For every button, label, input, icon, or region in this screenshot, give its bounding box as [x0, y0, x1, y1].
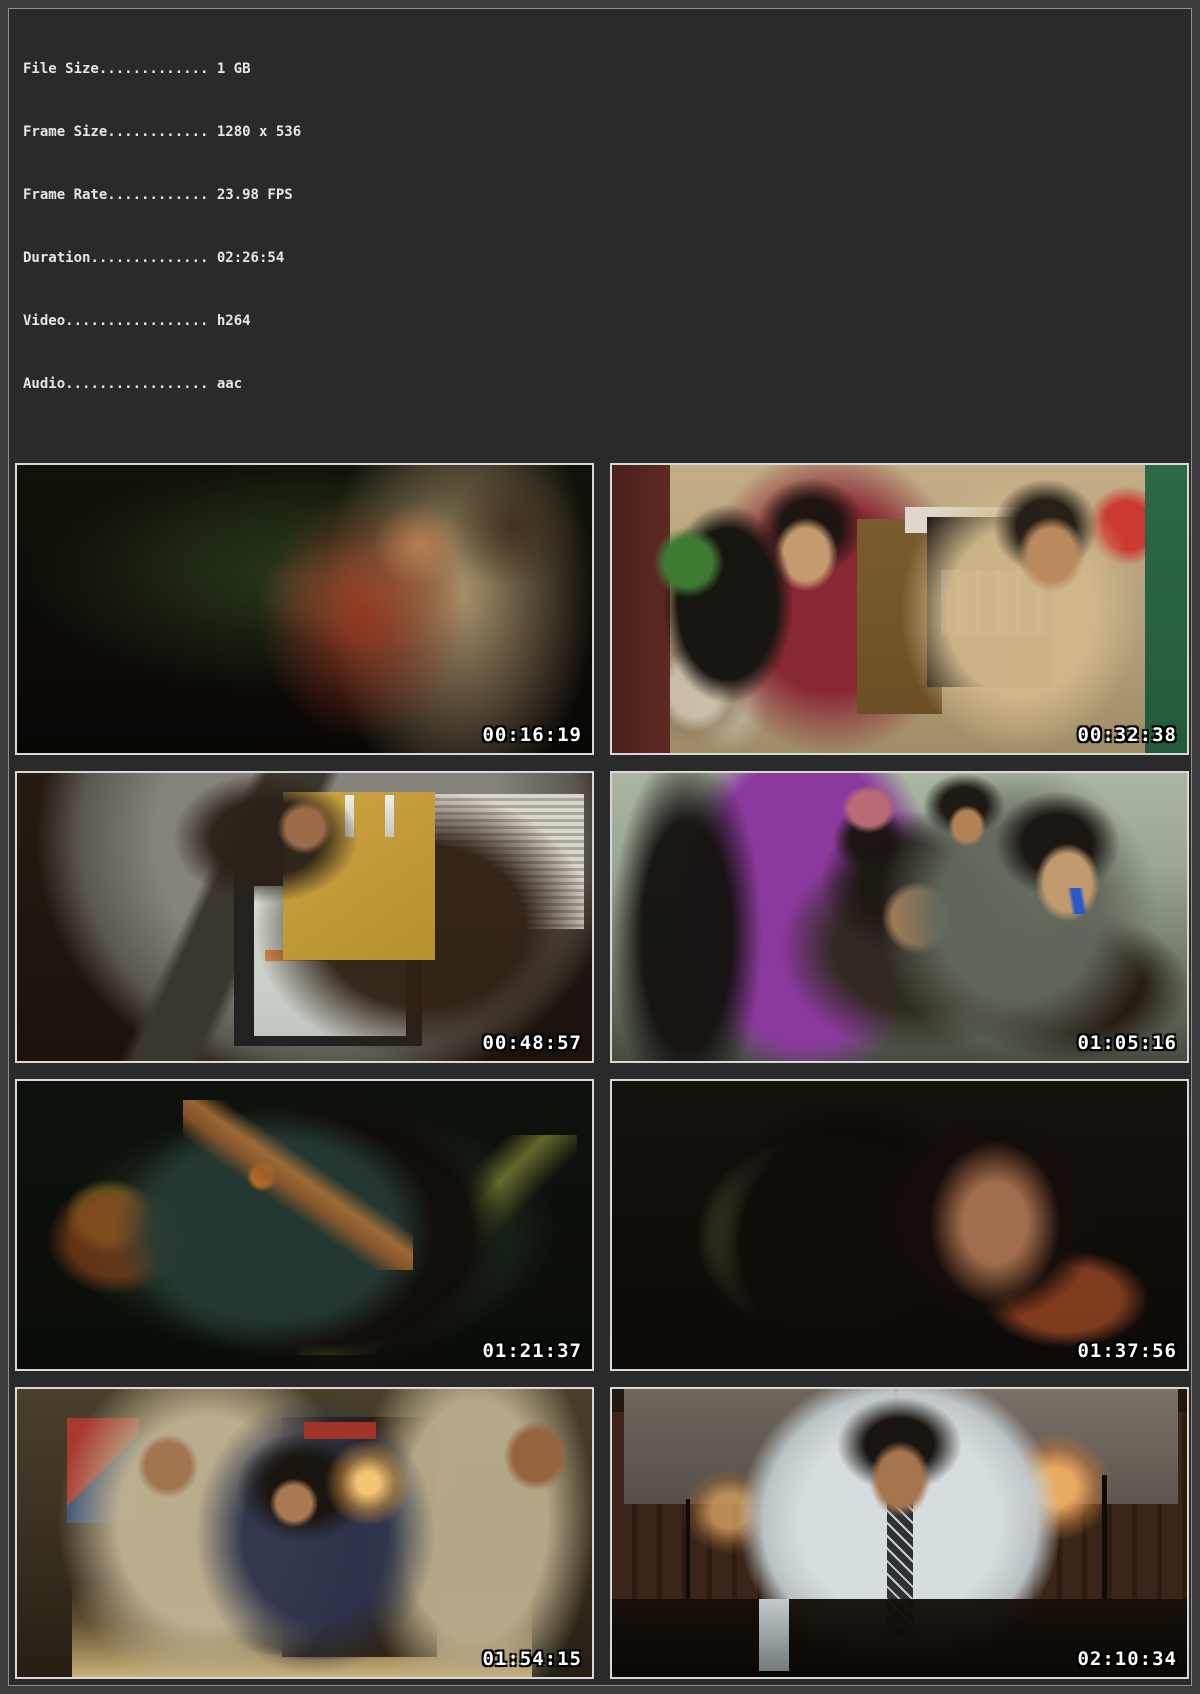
- timestamp-overlay: 01:37:56: [1077, 1340, 1177, 1362]
- timestamp-overlay: 01:54:15: [482, 1648, 582, 1670]
- screenshot-grid: 00:16:19 00:32:38 00:48:57 01:05:16 01:2…: [15, 463, 1185, 1679]
- timestamp-overlay: 00:32:38: [1077, 724, 1177, 746]
- timestamp-overlay: 01:21:37: [482, 1340, 582, 1362]
- media-info-dots: .................: [65, 313, 208, 329]
- screenshot-thumbnail-2: 00:32:38: [610, 463, 1189, 755]
- media-info-value: 1 GB: [208, 61, 250, 77]
- media-info-label: Audio: [23, 376, 65, 392]
- media-info-value: aac: [208, 376, 242, 392]
- media-info-row: Frame Size............1280 x 536: [23, 122, 1185, 143]
- media-info-row: File Size.............1 GB: [23, 59, 1185, 80]
- screenshot-thumbnail-8: 02:10:34: [610, 1387, 1189, 1679]
- media-info-value: 1280 x 536: [208, 124, 301, 140]
- media-info-row: Duration..............02:26:54: [23, 248, 1185, 269]
- media-info-value: h264: [208, 313, 250, 329]
- media-info-label: Frame Size: [23, 124, 107, 140]
- media-info-value: 02:26:54: [208, 250, 284, 266]
- media-info-row: Video.................h264: [23, 311, 1185, 332]
- media-info-dots: ............: [107, 124, 208, 140]
- media-info-dots: .................: [65, 376, 208, 392]
- timestamp-overlay: 01:05:16: [1077, 1032, 1177, 1054]
- media-info-row: Frame Rate............23.98 FPS: [23, 185, 1185, 206]
- screenshot-thumbnail-1: 00:16:19: [15, 463, 594, 755]
- screenshot-thumbnail-7: 01:54:15: [15, 1387, 594, 1679]
- media-info-label: Frame Rate: [23, 187, 107, 203]
- media-info-label: Duration: [23, 250, 90, 266]
- media-info-dots: ............: [107, 187, 208, 203]
- media-info-label: File Size: [23, 61, 99, 77]
- screenshot-thumbnail-6: 01:37:56: [610, 1079, 1189, 1371]
- media-info-dots: .............: [99, 61, 209, 77]
- screenshot-thumbnail-5: 01:21:37: [15, 1079, 594, 1371]
- page-frame: File Size.............1 GB Frame Size...…: [8, 8, 1192, 1686]
- screenshot-thumbnail-3: 00:48:57: [15, 771, 594, 1063]
- timestamp-overlay: 00:48:57: [482, 1032, 582, 1054]
- timestamp-overlay: 00:16:19: [482, 724, 582, 746]
- media-info-row: Audio.................aac: [23, 374, 1185, 395]
- screenshot-thumbnail-4: 01:05:16: [610, 771, 1189, 1063]
- media-info-label: Video: [23, 313, 65, 329]
- timestamp-overlay: 02:10:34: [1077, 1648, 1177, 1670]
- media-info-value: 23.98 FPS: [208, 187, 292, 203]
- media-info-block: File Size.............1 GB Frame Size...…: [15, 15, 1185, 437]
- media-info-dots: ..............: [90, 250, 208, 266]
